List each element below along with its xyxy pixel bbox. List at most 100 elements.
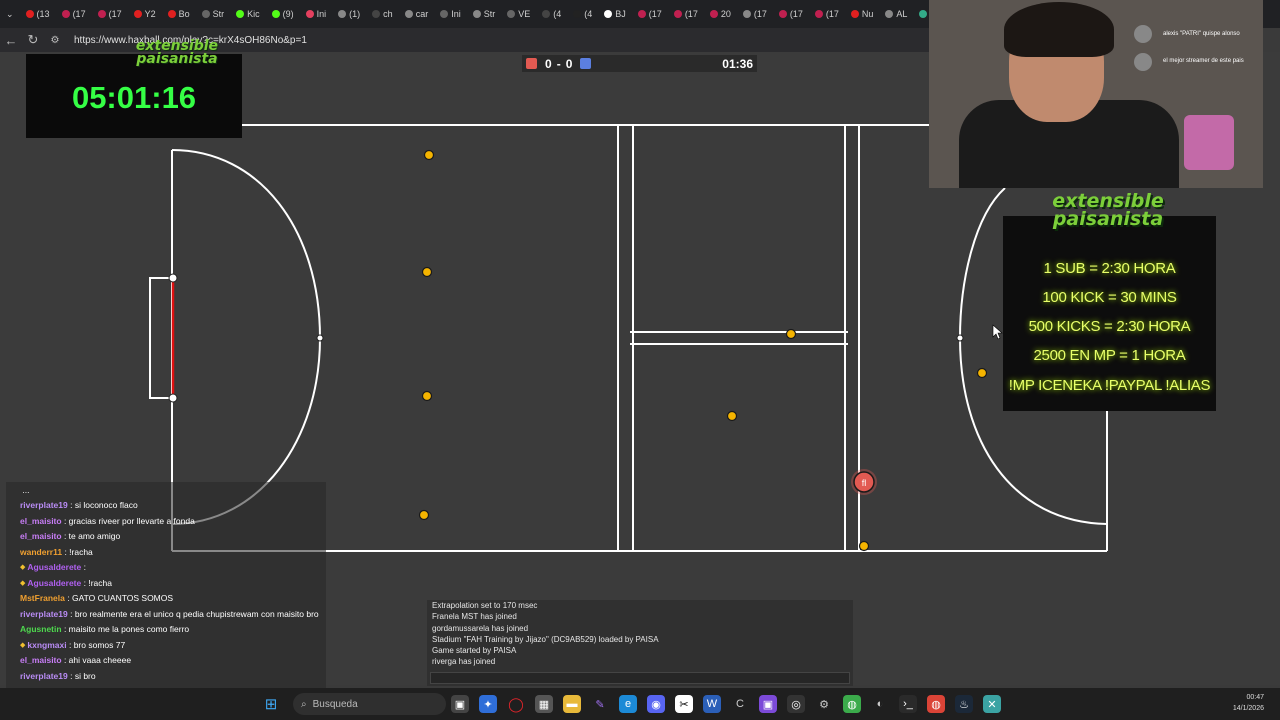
drink-cup: [1184, 115, 1234, 170]
browser-tab[interactable]: Nu: [845, 3, 880, 25]
windows-start-icon[interactable]: ⊞: [262, 695, 280, 713]
browser-tab[interactable]: (17: [809, 3, 845, 25]
terminal-icon[interactable]: ›_: [899, 695, 917, 713]
timer-value: 05:01:16: [71, 80, 197, 115]
tab-favicon-icon: [673, 10, 682, 18]
file-explorer-icon[interactable]: ▬: [563, 695, 581, 713]
console-line: Franela MST has joined: [432, 612, 517, 622]
tab-menu-icon[interactable]: ⌄: [0, 3, 20, 25]
browser-tab[interactable]: (17: [737, 3, 773, 25]
browser-tab[interactable]: 20: [704, 3, 737, 25]
browser-tab[interactable]: (17: [632, 3, 668, 25]
chat-message: ◆ Agusalderete :: [6, 560, 326, 576]
chat-username[interactable]: MstFranela: [20, 593, 65, 603]
reload-icon[interactable]: ↻: [22, 32, 44, 48]
chat-username[interactable]: Agusnetin: [20, 624, 62, 634]
settings-icon[interactable]: ⚙: [815, 695, 833, 713]
chat-message: riverplate19 : si bro: [6, 668, 326, 684]
browser-tab[interactable]: VE: [501, 3, 536, 25]
tab-label: (17: [753, 9, 767, 19]
viewer-avatar: [1134, 25, 1152, 43]
ball: [421, 390, 433, 402]
chrome-icon[interactable]: ◍: [927, 695, 945, 713]
ccleaner-icon[interactable]: C: [731, 695, 749, 713]
search-icon: ⌕: [301, 698, 307, 710]
chat-message: el_maisito : gracias riveer por llevarte…: [6, 513, 326, 529]
tab-favicon-icon: [133, 10, 142, 18]
tab-label: (4: [584, 9, 593, 19]
chat-username[interactable]: riverplate19: [20, 609, 68, 619]
pen-icon[interactable]: ✎: [591, 695, 609, 713]
word-icon[interactable]: W: [703, 695, 721, 713]
chat-text: : te amo amigo: [63, 531, 121, 542]
browser-tab[interactable]: (17: [92, 3, 128, 25]
site-info-icon[interactable]: ⚙: [44, 35, 66, 46]
chat-username[interactable]: Agusalderete: [27, 562, 81, 572]
chat-username[interactable]: kxngmaxi: [27, 640, 66, 650]
browser-tab[interactable]: Ini: [300, 3, 333, 25]
streamlabs-icon[interactable]: ▣: [759, 695, 777, 713]
chat-username[interactable]: el_maisito: [20, 516, 62, 526]
browser-tab[interactable]: Str: [467, 3, 502, 25]
browser-tab[interactable]: (17: [56, 3, 92, 25]
browser-tab[interactable]: car: [399, 3, 435, 25]
tab-favicon-icon: [97, 10, 106, 18]
browser-tab[interactable]: (13: [20, 3, 56, 25]
app-icon[interactable]: ◐: [871, 695, 889, 713]
clock-date: 14/1/2026: [1232, 705, 1264, 712]
taskbar-search[interactable]: ⌕ Busqueda: [293, 693, 446, 715]
browser-tab[interactable]: Kic: [230, 3, 266, 25]
chat-username[interactable]: el_maisito: [20, 655, 62, 665]
browser-tab[interactable]: Bo: [162, 3, 196, 25]
sub-badge-icon: ◆: [20, 641, 26, 649]
browser-tab[interactable]: Y2: [128, 3, 162, 25]
browser-tab[interactable]: (4: [567, 3, 598, 25]
tab-favicon-icon: [338, 10, 347, 18]
balls: [418, 149, 988, 552]
tab-label: Bo: [178, 9, 190, 19]
stream-chat: ... riverplate19 : si loconoco flaco el_ma…: [6, 482, 326, 715]
browser-tab[interactable]: Ini: [434, 3, 467, 25]
chrome-icon[interactable]: ◍: [843, 695, 861, 713]
taskbar: ⊞ ⌕ Busqueda ▣ ✦ ◯ ▦ ▬ ✎ e ◉ ✂ W C ▣ ◎ ⚙…: [0, 688, 1280, 720]
discord-icon[interactable]: ◉: [647, 695, 665, 713]
browser-tab[interactable]: AL: [879, 3, 913, 25]
chat-username[interactable]: riverplate19: [20, 500, 68, 510]
calendar-icon[interactable]: ▦: [535, 695, 553, 713]
chat-username[interactable]: wanderr11: [20, 547, 62, 557]
chat-username[interactable]: el_maisito: [20, 531, 62, 541]
browser-tab[interactable]: (4: [536, 3, 567, 25]
chat-username[interactable]: Agusalderete: [27, 578, 81, 588]
browser-tab[interactable]: (17: [668, 3, 704, 25]
browser-tab[interactable]: (1): [332, 3, 366, 25]
red-team-icon: [526, 58, 537, 69]
tab-favicon-icon: [440, 10, 449, 18]
task-view-icon[interactable]: ▣: [451, 695, 469, 713]
ball: [858, 540, 870, 552]
edge-icon[interactable]: e: [619, 695, 637, 713]
console-input[interactable]: [430, 672, 850, 684]
browser-tab[interactable]: Str: [196, 3, 231, 25]
active-app-icon[interactable]: ✕: [983, 695, 1001, 713]
tab-label: Y2: [144, 9, 156, 19]
streamer-hair: [1004, 2, 1114, 57]
copilot-icon[interactable]: ✦: [479, 695, 497, 713]
webcam-message: el mejor streamer de este pais: [1163, 58, 1244, 64]
back-icon[interactable]: ←: [0, 33, 22, 48]
console-line: gordamussarela has joined: [432, 623, 529, 633]
obs-icon[interactable]: ◎: [787, 695, 805, 713]
steam-icon[interactable]: ♨: [955, 695, 973, 713]
browser-tab[interactable]: (9): [266, 3, 300, 25]
chat-message: riverplate19 : bro realmente era el unic…: [6, 606, 326, 622]
tab-label: (13: [36, 9, 50, 19]
capcut-icon[interactable]: ✂: [675, 695, 693, 713]
chat-username[interactable]: riverplate19: [20, 671, 68, 681]
opera-icon[interactable]: ◯: [507, 695, 525, 713]
ball: [418, 509, 430, 521]
chat-message: riverplate19 : si loconoco flaco: [6, 498, 326, 514]
browser-tab[interactable]: (17: [773, 3, 809, 25]
blue-score: 0: [565, 56, 573, 71]
browser-tab[interactable]: ch: [366, 3, 399, 25]
console-line: Game started by PAISA: [432, 646, 517, 656]
browser-tab[interactable]: BJ: [598, 3, 632, 25]
